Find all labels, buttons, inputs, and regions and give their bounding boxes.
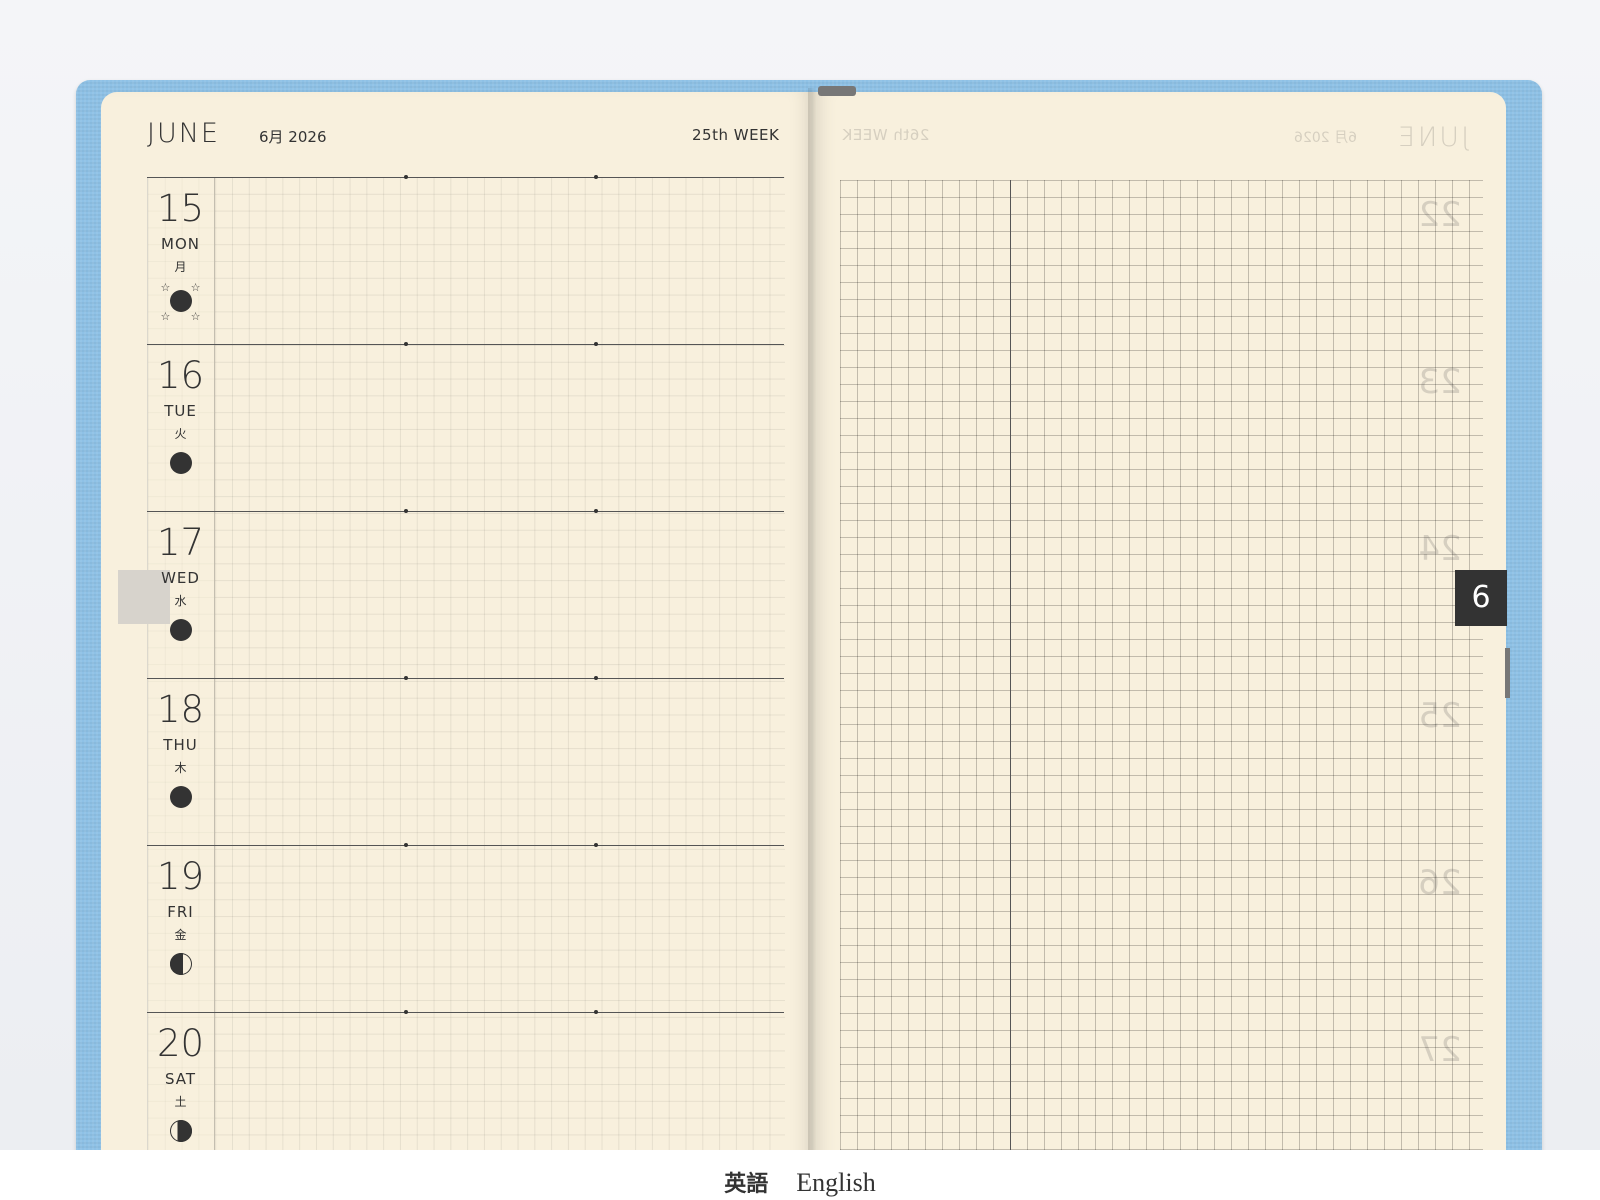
show-through-week: 26th WEEK xyxy=(842,126,930,144)
show-through-day: 25 xyxy=(1418,696,1462,736)
moon-phase-icon xyxy=(169,786,192,808)
day-cell-16: 16 TUE 火 xyxy=(147,344,214,474)
guide-dot xyxy=(404,509,408,513)
caption-bar: 英語 English xyxy=(0,1150,1600,1200)
guide-dot xyxy=(404,342,408,346)
guide-dot xyxy=(594,676,598,680)
row-divider xyxy=(147,678,784,679)
day-name-jp: 火 xyxy=(174,427,187,441)
show-through-day: 26 xyxy=(1418,863,1462,903)
moon-phase-icon xyxy=(169,1120,192,1142)
day-number: 16 xyxy=(156,354,205,397)
guide-dot xyxy=(404,676,408,680)
show-through-day: 27 xyxy=(1418,1030,1462,1070)
row-divider xyxy=(147,177,784,178)
day-name: WED xyxy=(161,569,200,587)
day-name-jp: 水 xyxy=(174,594,187,608)
day-cell-19: 19 FRI 金 xyxy=(147,845,214,975)
row-divider xyxy=(147,344,784,345)
guide-dot xyxy=(594,342,598,346)
day-name: MON xyxy=(161,235,200,253)
month-jp-label: 6月 2026 xyxy=(259,128,327,146)
day-number: 17 xyxy=(156,521,205,564)
right-grid xyxy=(840,180,1483,1150)
day-name: THU xyxy=(163,736,198,754)
week-label: 25th WEEK xyxy=(692,126,780,144)
guide-dot xyxy=(404,843,408,847)
moon-phase-icon xyxy=(169,619,192,641)
date-column xyxy=(147,177,215,1150)
show-through-day: 22 xyxy=(1418,195,1462,235)
guide-dot xyxy=(404,1010,408,1014)
guide-dot xyxy=(594,175,598,179)
row-divider xyxy=(147,1012,784,1013)
month-title: JUNE xyxy=(147,118,220,149)
row-divider xyxy=(147,511,784,512)
caption-jp: 英語 xyxy=(724,1172,769,1197)
day-name: TUE xyxy=(164,402,197,420)
day-name: SAT xyxy=(164,1070,197,1088)
day-number: 18 xyxy=(156,688,205,731)
day-name-jp: 月 xyxy=(174,260,187,274)
month-index-tab: 6 xyxy=(1455,570,1507,626)
caption-en: English xyxy=(796,1168,876,1197)
day-name-jp: 木 xyxy=(174,761,187,775)
day-name: FRI xyxy=(167,903,194,921)
day-cell-15: 15 MON 月 ☆ ☆ ☆ ☆ xyxy=(147,177,214,324)
guide-dot xyxy=(594,1010,598,1014)
day-name-jp: 土 xyxy=(174,1095,187,1109)
guide-dot xyxy=(594,843,598,847)
photo-scene: JUNE 6月 2026 25th WEEK 15 MON 月 ☆ ☆ ☆ ☆ 16… xyxy=(0,0,1600,1150)
guide-dot xyxy=(594,509,598,513)
guide-dot xyxy=(404,175,408,179)
spine-shadow xyxy=(808,88,820,1150)
day-number: 20 xyxy=(156,1022,205,1065)
moon-phase-icon xyxy=(169,452,192,474)
day-number: 15 xyxy=(156,187,205,230)
moon-phase-icon xyxy=(169,953,192,975)
new-moon-icon: ☆ ☆ ☆ ☆ xyxy=(160,281,201,323)
bookmark-ribbon xyxy=(818,86,856,96)
row-divider xyxy=(147,845,784,846)
day-number: 19 xyxy=(156,855,205,898)
show-through-month-jp: 6月 2026 xyxy=(1294,130,1357,146)
day-cell-20: 20 SAT 土 xyxy=(147,1012,214,1142)
show-through-month: JUNE xyxy=(1396,122,1469,153)
index-tab-edge xyxy=(1505,648,1510,698)
day-name-jp: 金 xyxy=(174,928,187,942)
day-cell-17: 17 WED 水 xyxy=(147,511,214,641)
day-cell-18: 18 THU 木 xyxy=(147,678,214,808)
left-grid xyxy=(147,177,785,1150)
right-column-divider xyxy=(1010,180,1011,1150)
show-through-day: 24 xyxy=(1418,529,1462,569)
show-through-day: 23 xyxy=(1418,362,1462,402)
